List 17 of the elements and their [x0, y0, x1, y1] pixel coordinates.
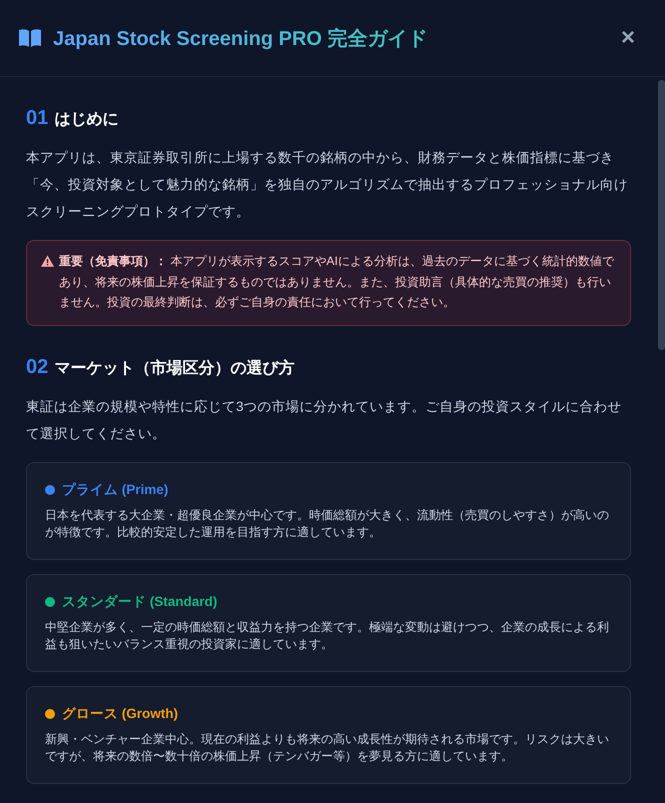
market-name: プライム (Prime)	[62, 480, 168, 498]
market-name: スタンダード (Standard)	[62, 592, 218, 610]
market-description: 新興・ベンチャー企業中心。現在の利益よりも将来の高い成長性が期待される市場です。リスクは大きいですが、将来の数倍〜数十倍の株価上昇（テンバガー等）を夢見る方に適しています。	[45, 730, 610, 764]
close-button[interactable]: ×	[616, 26, 639, 50]
section-number: 02	[26, 356, 48, 378]
section-heading: はじめに	[54, 110, 118, 130]
section-text: 東証は企業の規模や特性に応じて3つの市場に分かれています。ご自身の投資スタイルに合わせて選択してください。	[26, 398, 623, 442]
section-number: 01	[26, 107, 48, 130]
book-icon	[18, 28, 42, 48]
market-description: 中堅企業が多く、一定の時価総額と収益力を持つ企業です。極端な変動は避けつつ、企業の成長による利益も狙いたいバランス重視の投資家に適しています。	[45, 618, 610, 652]
section-heading: マーケット（市場区分）の選び方	[54, 358, 294, 378]
warning-icon	[41, 255, 54, 267]
section-text: 本アプリは、東京証券取引所に上場する数千の銘柄の中から、財務データと株価指標に基づき「今、投資対象として魅力的な銘柄」を独自のアルゴリズムで抽出するプロフェッショナル向けスクリーニングプロトタイプです。	[26, 149, 629, 221]
scrollbar[interactable]	[658, 80, 665, 350]
market-description: 日本を代表する大企業・超優良企業が中心です。時価総額が大きく、流動性（売買のしやすさ）が高いのが特徴です。比較的安定した運用を目指す方に適しています。	[45, 506, 610, 540]
warning-text: 重要（免責事項）： 本アプリが表示するスコアやAIによる分析は、過去のデータに基づく統計的数値であり、将来の株価上昇を保証するものではありません。また、投資助言（具体的な売買の推奨）も行いません。投資の最終判断は、必ずご自身の責任において行ってください。	[59, 253, 616, 311]
market-name: グロース (Growth)	[62, 704, 178, 722]
